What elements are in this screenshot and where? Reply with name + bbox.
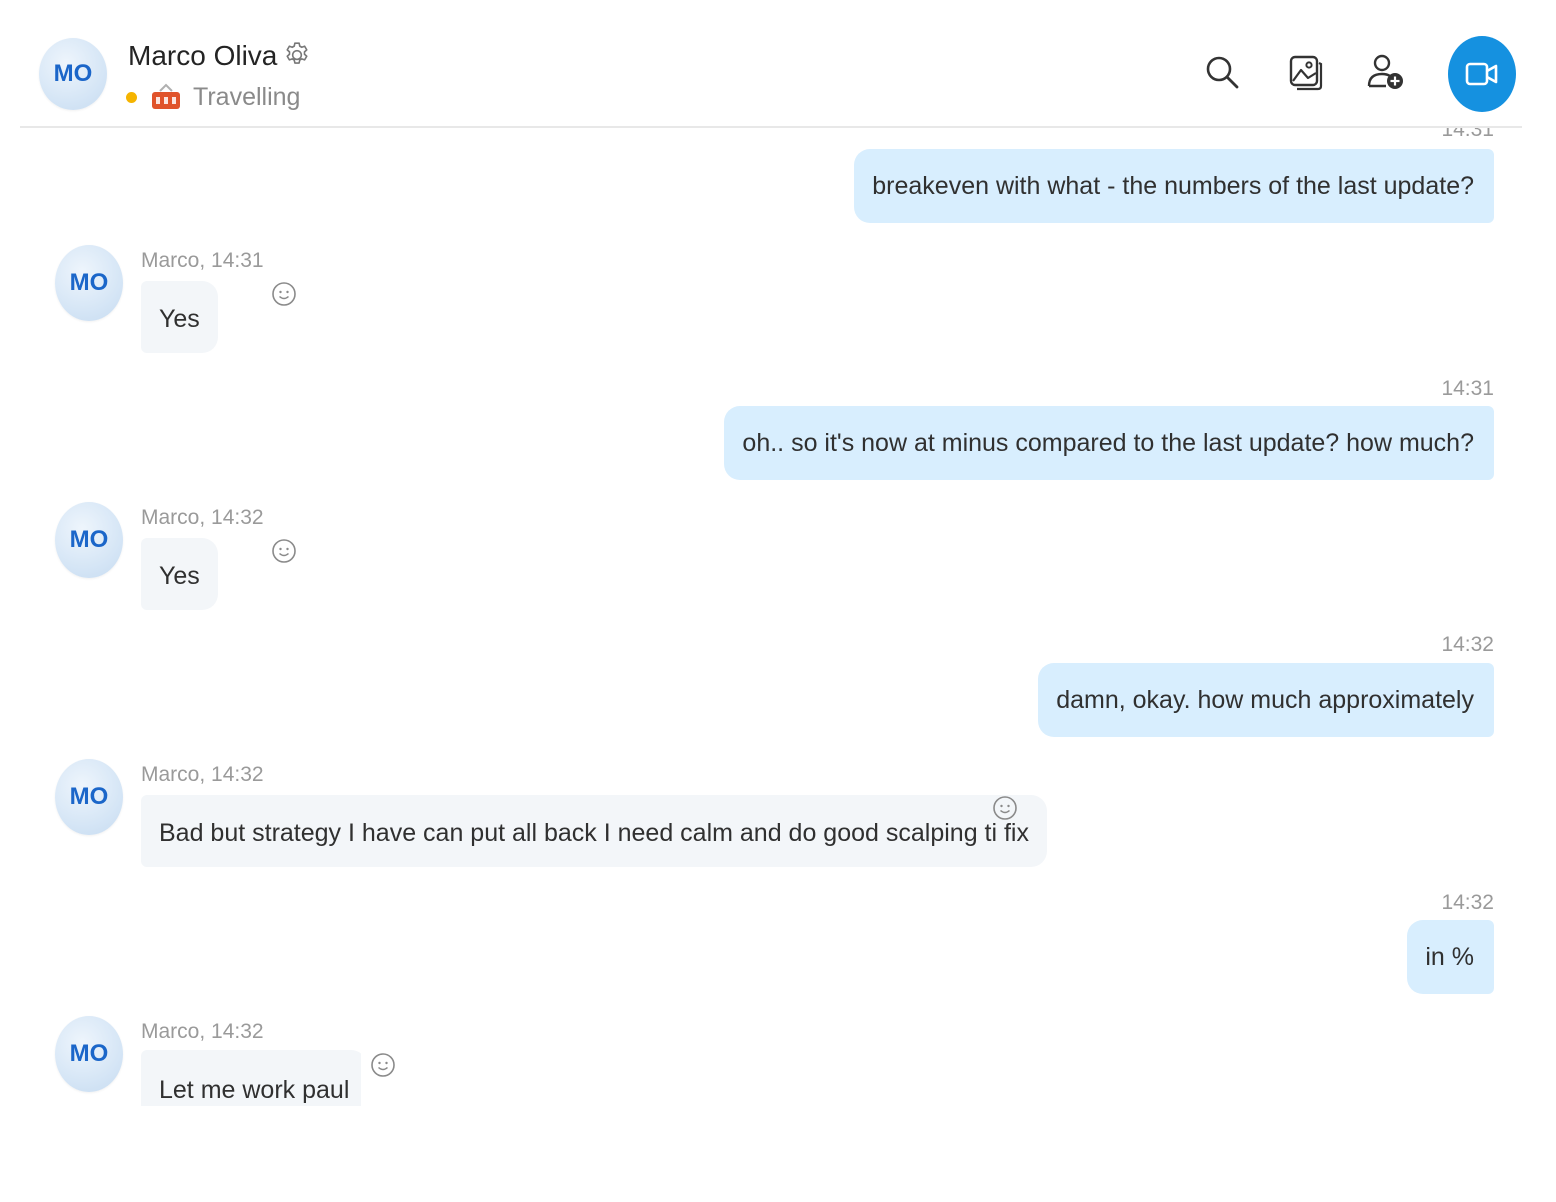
suitcase-icon [152,83,180,109]
message-time: 14:32 [1441,891,1494,914]
sender-avatar[interactable]: MO [55,502,123,578]
clip-container: Let me work paul [141,1050,361,1106]
emoji-reaction-icon[interactable] [271,538,297,564]
message-meta: Marco, 14:32 [141,1020,264,1043]
search-icon[interactable] [1202,52,1242,92]
gallery-icon[interactable] [1285,52,1325,92]
incoming-message[interactable]: Bad but strategy I have can put all back… [141,795,1047,867]
emoji-reaction-icon[interactable] [370,1052,396,1078]
emoji-reaction-icon[interactable] [992,795,1018,821]
outgoing-message[interactable]: breakeven with what - the numbers of the… [854,149,1494,223]
status-dot [126,91,137,103]
video-call-button[interactable] [1448,36,1516,112]
message-time: 14:31 [1441,377,1494,400]
message-meta: Marco, 14:31 [141,249,264,272]
message-meta: Marco, 14:32 [141,506,264,529]
gear-icon[interactable] [282,40,312,70]
outgoing-message[interactable]: damn, okay. how much approximately [1038,663,1494,737]
message-meta: Marco, 14:32 [141,763,264,786]
contact-name[interactable]: Marco Oliva [128,40,277,72]
chat-header: MO Marco Oliva Travelling [20,0,1522,128]
add-person-icon[interactable] [1366,52,1406,92]
incoming-message[interactable]: Yes [141,281,218,353]
outgoing-message[interactable]: in % [1407,920,1494,994]
sender-avatar[interactable]: MO [55,245,123,321]
video-camera-icon [1465,62,1498,86]
sender-avatar[interactable]: MO [55,1016,123,1092]
incoming-message[interactable]: Let me work paul [141,1050,361,1106]
contact-avatar[interactable]: MO [39,38,107,110]
status-text: Travelling [193,82,301,111]
clipped-timestamp: 14:31 [1441,128,1494,140]
outgoing-message[interactable]: oh.. so it's now at minus compared to th… [724,406,1494,480]
message-time: 14:32 [1441,633,1494,656]
emoji-reaction-icon[interactable] [271,281,297,307]
incoming-message[interactable]: Yes [141,538,218,610]
presence-status[interactable]: Travelling [126,80,300,114]
sender-avatar[interactable]: MO [55,759,123,835]
